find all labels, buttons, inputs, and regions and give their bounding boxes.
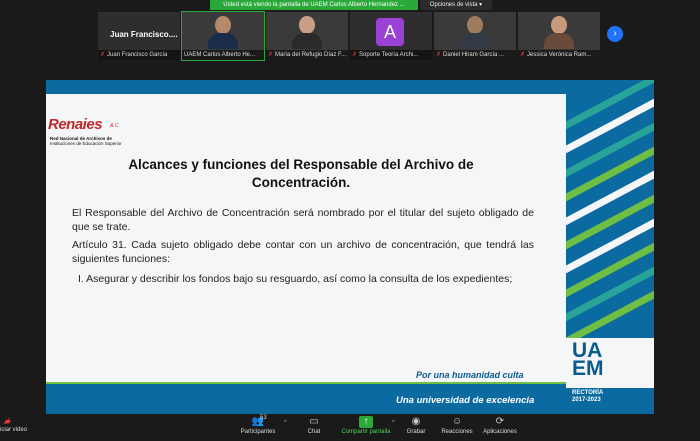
slide-footer-text: Una universidad de excelencia [396, 395, 535, 406]
view-options-button[interactable]: Opciones de vista ▾ [420, 0, 492, 10]
participants-button[interactable]: 👥 53 Participantes [238, 415, 278, 435]
shared-slide: Renaies A.C. Red Nacional de Archivos de… [46, 80, 654, 414]
next-page-button[interactable]: › [607, 26, 623, 42]
share-screen-icon: ↑ [359, 416, 373, 428]
chevron-up-icon[interactable]: ^ [284, 420, 287, 426]
slide-body: Renaies A.C. Red Nacional de Archivos de… [46, 94, 566, 384]
share-screen-button[interactable]: ↑ Compartir pantalla [338, 416, 394, 435]
record-icon: ◉ [411, 416, 421, 427]
logo-suffix: A.C. [110, 123, 120, 129]
participant-video [460, 16, 490, 50]
participant-name: Juan Francisco García [107, 52, 168, 58]
participant-tile[interactable]: ✗ María del Refugio Díaz F... [266, 12, 348, 60]
uaem-logo-line-2: EM [572, 357, 604, 380]
chevron-down-icon: ▾ [479, 2, 483, 8]
mic-muted-icon: ✗ [100, 52, 106, 58]
slide-paragraph: I. Asegurar y describir los fondos bajo … [78, 273, 513, 285]
slide-side-panel: UA EM RECTORÍA 2017-2023 [566, 80, 654, 414]
uaem-logo: UA EM [572, 340, 604, 380]
apps-icon: ⟳ [495, 416, 505, 427]
zoom-meeting-window: Usted está viendo la pantalla de UAEM Ca… [0, 0, 700, 441]
mic-muted-icon: ✗ [520, 52, 526, 58]
participant-strip: Juan Francisco.... ✗ Juan Francisco García… [98, 11, 600, 62]
video-head [215, 16, 231, 34]
video-off-icon: ▰̸ [4, 416, 11, 426]
record-label: Grabar [406, 429, 426, 435]
participant-name: UAEM Carlos Alberto He... [184, 52, 256, 58]
avatar: A [376, 18, 404, 46]
renaies-logo: Renaies A.C. Red Nacional de Archivos de… [48, 110, 143, 150]
share-screen-label: Compartir pantalla [341, 429, 391, 435]
reactions-label: Reacciones [441, 429, 473, 435]
video-body [292, 33, 322, 49]
participant-name: Soporte Teoría Archi... [359, 52, 419, 58]
participant-name-bar: ✗ Soporte Teoría Archi... [350, 50, 432, 60]
record-button[interactable]: ◉ Grabar [404, 416, 428, 435]
participants-count: 53 [260, 415, 267, 421]
participant-tile[interactable]: UAEM Carlos Alberto He... [181, 11, 265, 61]
view-options-label: Opciones de vista [429, 2, 478, 8]
mic-muted-icon: ✗ [436, 52, 442, 58]
logo-wordmark: Renaies [48, 116, 103, 133]
chat-label: Chat [307, 429, 321, 435]
chevron-up-icon[interactable]: ^ [392, 420, 395, 426]
participant-video [292, 16, 322, 50]
participant-name-bar: ✗ María del Refugio Díaz F... [266, 50, 348, 60]
slide-paragraph: Artículo 31. Cada sujeto obligado debe c… [72, 239, 534, 265]
participant-tile[interactable]: Juan Francisco.... ✗ Juan Francisco García [98, 12, 180, 60]
chat-icon: ▭ [309, 416, 319, 427]
participant-name-bar: ✗ Daniel Hiram García ... [434, 50, 516, 60]
rectoria-line-1: RECTORÍA [572, 390, 604, 396]
smile-icon: ☺ [451, 416, 463, 427]
participant-display-name: Juan Francisco.... [110, 30, 178, 39]
participant-name: María del Refugio Díaz F... [275, 52, 347, 58]
rectoria-line-2: 2017-2023 [572, 397, 601, 403]
video-head [299, 16, 315, 34]
screen-share-banner: Usted está viendo la pantalla de UAEM Ca… [210, 0, 418, 10]
participants-label: Participantes [240, 429, 276, 435]
slide-title: Alcances y funciones del Responsable del… [128, 157, 474, 190]
participant-name: Jessica Verónica Ram... [527, 52, 592, 58]
video-body [460, 33, 490, 49]
mic-muted-icon: ✗ [268, 52, 274, 58]
apps-label: Aplicaciones [483, 429, 517, 435]
apps-button[interactable]: ⟳ Aplicaciones [480, 416, 520, 435]
rectoria-label: RECTORÍA 2017-2023 [572, 390, 603, 404]
participant-name-bar: ✗ Juan Francisco García [98, 50, 180, 60]
participant-name-bar: UAEM Carlos Alberto He... [182, 50, 264, 60]
start-video-button[interactable]: ▰̸ iciar video [0, 416, 32, 433]
participant-name-bar: ✗ Jessica Verónica Ram... [518, 50, 600, 60]
participant-tile[interactable]: ✗ Daniel Hiram García ... [434, 12, 516, 60]
participant-tile[interactable]: A ✗ Soporte Teoría Archi... [350, 12, 432, 60]
participant-tile[interactable]: ✗ Jessica Verónica Ram... [518, 12, 600, 60]
video-body [208, 33, 238, 49]
participant-video [544, 16, 574, 50]
participant-name: Daniel Hiram García ... [443, 52, 505, 58]
video-head [551, 16, 567, 34]
slide-motto: Por una humanidad culta [416, 370, 524, 380]
mic-muted-icon: ✗ [352, 52, 358, 58]
chat-button[interactable]: ▭ Chat [300, 416, 328, 435]
video-head [467, 16, 483, 34]
participant-video [208, 16, 238, 50]
slide-top-bar [46, 80, 654, 94]
slide-paragraph: El Responsable del Archivo de Concentrac… [72, 207, 534, 233]
chevron-right-icon: › [613, 28, 617, 39]
meeting-toolbar: ▰̸ iciar video 👥 53 Participantes ^ ▭ Ch… [0, 414, 700, 441]
reactions-button[interactable]: ☺ Reacciones [440, 416, 474, 435]
video-body [544, 33, 574, 49]
start-video-label: iciar video [0, 427, 28, 433]
logo-line-2: Instituciones de Educación Superior [50, 141, 122, 146]
